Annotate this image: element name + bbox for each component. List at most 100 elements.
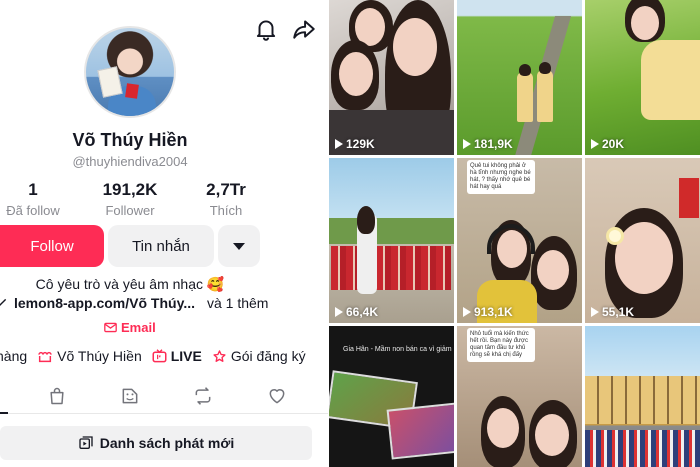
view-count: 913,1K [463,305,513,319]
view-count: 181,9K [463,137,513,151]
thumbnail-figure [393,18,437,76]
shortcut-shop-label: hàng [0,348,28,364]
thumbnail-figure [537,70,553,122]
view-count: 129K [335,137,375,151]
email-label: Email [121,320,156,335]
repost-icon[interactable] [191,386,215,406]
live-icon [152,349,167,363]
play-icon [335,307,343,317]
follow-button[interactable]: Follow [0,225,104,267]
subscription-icon [213,350,226,362]
more-dropdown-button[interactable] [218,225,260,267]
share-icon[interactable] [291,16,317,42]
profile-tabs [0,378,328,414]
video-thumbnail[interactable]: Quê tui không phải ở hà tĩnh nhưng nghe … [457,158,582,323]
thumbnail-figure [615,222,673,294]
thumbnail-building [585,376,700,424]
play-icon [463,139,471,149]
thumbnail-background [329,218,454,244]
video-banner: Gia Hân - Mầm non bán ca vì giảm [343,346,452,353]
view-count-value: 66,4K [346,305,379,319]
video-thumbnail[interactable]: 129K [329,0,454,155]
stat-following[interactable]: 1 Đã follow [0,180,78,218]
active-tab-indicator [0,412,8,414]
comment-overlay: Quê tui không phải ở hà tĩnh nhưng nghe … [467,160,535,194]
video-thumbnail[interactable] [585,326,700,467]
profile-link[interactable]: lemon8-app.com/Võ Thúy... [14,295,195,312]
shopping-bag-icon[interactable] [45,386,69,406]
view-count: 55,1K [591,305,634,319]
stat-following-label: Đã follow [6,203,60,218]
stat-likes-label: Thích [209,203,243,218]
profile-bio: Cô yêu trò và yêu âm nhạc 🥰 [35,276,225,292]
profile-name: Võ Thúy Hiền [72,130,188,150]
tag-icon[interactable] [118,386,142,406]
thumbnail-figure [535,414,569,456]
play-icon [591,307,599,317]
play-icon [591,139,599,149]
shortcut-subscription[interactable]: Gói đăng ký [212,348,306,364]
thumbnail-figure [517,72,533,122]
thumbnail-headphones [487,224,535,254]
heart-icon[interactable] [265,386,289,406]
thumbnail-decoration [679,178,699,218]
play-icon [463,307,471,317]
new-playlist-label: Danh sách phát mới [99,435,235,451]
message-button[interactable]: Tin nhắn [108,225,214,267]
avatar[interactable] [84,26,176,118]
bell-icon[interactable] [253,16,279,42]
view-count-value: 913,1K [474,305,513,319]
stat-followers-label: Follower [105,203,155,218]
thumbnail-photo [386,402,454,460]
view-count-value: 55,1K [602,305,635,319]
video-thumbnail[interactable]: 20K [585,0,700,155]
shortcut-live[interactable]: LIVE [152,348,202,364]
shortcut-subscription-label: Gói đăng ký [230,348,306,364]
video-thumbnail[interactable]: Gia Hân - Mầm non bán ca vì giảm [329,326,454,467]
video-thumbnail[interactable]: 55,1K [585,158,700,323]
video-thumbnail[interactable]: 66,4K [329,158,454,323]
stat-following-value: 1 [28,180,38,199]
email-link[interactable]: Email [104,320,156,335]
thumbnail-figure [357,206,375,234]
stat-followers-value: 191,2K [102,180,158,199]
shop-icon [38,351,52,363]
thumbnail-figure [641,40,700,120]
view-count: 20K [591,137,624,151]
link-icon [0,298,7,306]
thumbnail-crowd [585,430,700,467]
comment-overlay: Nhỏ tuổi mà kiến thức hết rồi. Bạn này đ… [467,328,535,362]
profile-handle: @thuyhiendiva2004 [72,154,188,169]
shortcut-profile[interactable]: Võ Thúy Hiền [37,348,142,364]
chevron-down-icon [233,242,245,250]
shortcut-profile-label: Võ Thúy Hiền [57,348,142,364]
thumbnail-figure [487,408,519,448]
profile-shortcuts: hàng Võ Thúy Hiền LIVE Gói đăng ký [0,348,328,364]
shortcut-shop[interactable]: hàng [0,348,27,364]
video-thumbnail[interactable]: Nhỏ tuổi mà kiến thức hết rồi. Bạn này đ… [457,326,582,467]
view-count-value: 20K [602,137,625,151]
thumbnail-figure [331,246,451,290]
video-thumbnail[interactable]: 181,9K [457,0,582,155]
video-grid: 129K 181,9K 20K 66,4K Quê tui không phải… [329,0,700,467]
stat-likes-value: 2,7Tr [206,180,246,199]
view-count-value: 181,9K [474,137,513,151]
thumbnail-figure [537,250,569,290]
avatar-scarf [125,83,139,99]
mail-icon [104,322,117,333]
profile-panel: Võ Thúy Hiền @thuyhiendiva2004 1 Đã foll… [0,0,328,467]
profile-link-more[interactable]: và 1 thêm [207,295,268,312]
avatar-card [97,66,123,98]
view-count-value: 129K [346,137,375,151]
play-icon [335,139,343,149]
stat-followers[interactable]: 191,2K Follower [85,180,175,218]
thumbnail-figure [631,6,659,40]
thumbnail-figure [539,62,551,74]
thumbnail-figure [339,52,373,96]
new-playlist-button[interactable]: Danh sách phát mới [0,426,312,460]
playlist-icon [79,436,93,449]
stat-likes[interactable]: 2,7Tr Thích [181,180,271,218]
profile-link-row[interactable]: lemon8-app.com/Võ Thúy... và 1 thêm [0,295,290,312]
thumbnail-figure [519,64,531,76]
view-count: 66,4K [335,305,378,319]
